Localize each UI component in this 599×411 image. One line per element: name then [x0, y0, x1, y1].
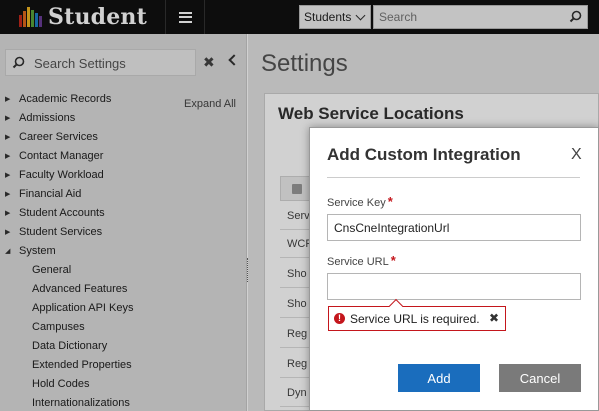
divider — [327, 177, 580, 178]
required-marker: * — [390, 253, 396, 268]
required-marker: * — [387, 194, 393, 209]
dismiss-error-icon[interactable]: ✖ — [489, 311, 499, 325]
validation-error: ! Service URL is required. ✖ — [328, 298, 506, 331]
add-custom-integration-dialog: Add Custom Integration X Service Key* Se… — [309, 127, 599, 411]
error-message: Service URL is required. — [350, 312, 480, 326]
close-icon[interactable]: X — [571, 147, 582, 163]
cancel-button[interactable]: Cancel — [499, 364, 581, 392]
service-key-label: Service Key * — [327, 194, 393, 209]
error-pointer — [388, 298, 404, 314]
service-url-label: Service URL * — [327, 253, 396, 268]
dialog-title: Add Custom Integration — [327, 145, 521, 164]
add-button[interactable]: Add — [398, 364, 480, 392]
service-url-field[interactable] — [327, 273, 581, 300]
service-key-field[interactable] — [327, 214, 581, 241]
error-icon: ! — [334, 313, 345, 324]
